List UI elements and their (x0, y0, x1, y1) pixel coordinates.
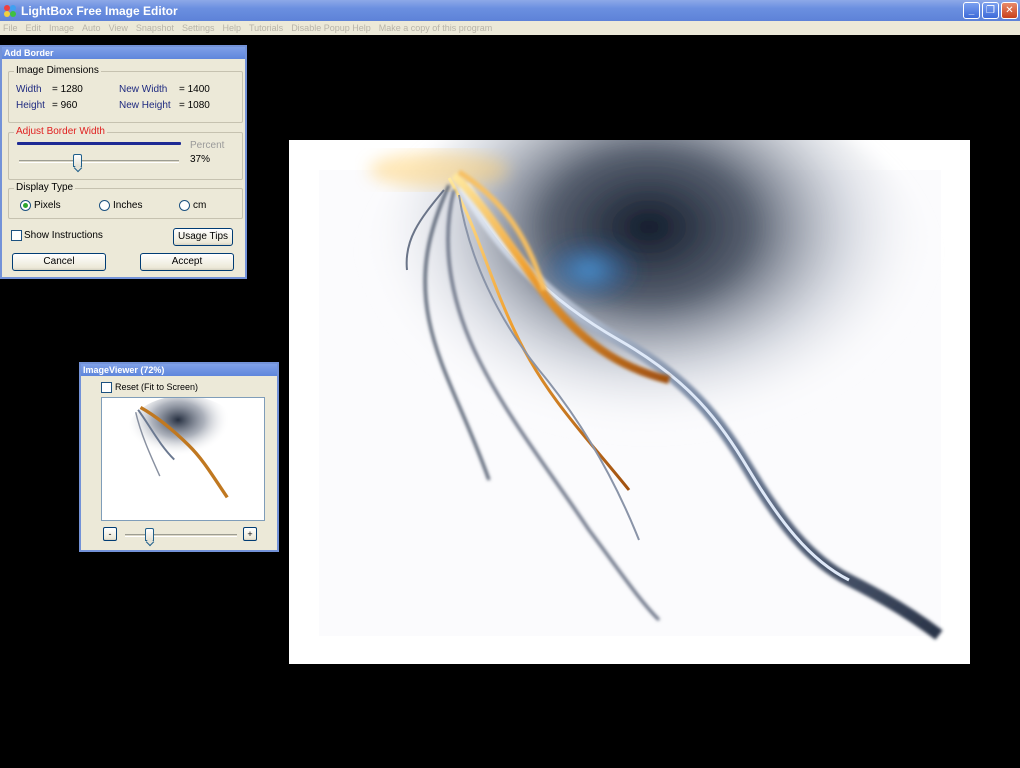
menu-bar: File Edit Image Auto View Snapshot Setti… (0, 21, 1020, 35)
border-width-group: Adjust Border Width Percent 37% (8, 126, 243, 180)
zoom-slider-track[interactable] (125, 534, 237, 537)
image-viewer-dialog: ImageViewer (72%) Reset (Fit to Screen) … (79, 362, 279, 552)
width-value: = 1280 (52, 84, 83, 95)
image-viewer-title: ImageViewer (72%) (81, 364, 277, 376)
reset-fit-checkbox[interactable] (101, 382, 112, 393)
cm-label: cm (193, 200, 207, 211)
menu-make-copy[interactable]: Make a copy of this program (379, 23, 493, 33)
inches-radio[interactable] (99, 200, 110, 211)
cancel-button[interactable]: Cancel (12, 253, 106, 271)
image-dimensions-group: Image Dimensions Width = 1280 Height = 9… (8, 65, 243, 123)
border-width-slider-thumb[interactable] (73, 154, 83, 167)
fractal-artwork-image (319, 140, 943, 640)
pixels-label: Pixels (34, 200, 61, 211)
show-instructions-checkbox[interactable] (11, 230, 22, 241)
restore-button[interactable]: ❐ (982, 2, 999, 19)
menu-edit[interactable]: Edit (26, 23, 42, 33)
new-height-label: New Height (119, 100, 171, 111)
height-value: = 960 (52, 100, 78, 111)
percent-value: 37% (190, 154, 211, 165)
menu-tutorials[interactable]: Tutorials (249, 23, 283, 33)
app-title: LightBox Free Image Editor (21, 3, 178, 18)
thumbnail-preview (101, 397, 265, 521)
display-type-group: Display Type Pixels Inches cm (8, 182, 243, 219)
app-logo-icon (3, 4, 17, 18)
add-border-dialog: Add Border Image Dimensions Width = 1280… (0, 45, 247, 279)
inches-label: Inches (113, 200, 143, 211)
menu-help[interactable]: Help (222, 23, 241, 33)
menu-image[interactable]: Image (49, 23, 74, 33)
height-label: Height (16, 100, 45, 111)
zoom-out-button[interactable]: - (103, 527, 117, 541)
zoom-slider-thumb[interactable] (144, 528, 154, 541)
cm-radio[interactable] (179, 200, 190, 211)
pixels-radio[interactable] (20, 200, 31, 211)
image-dimensions-legend: Image Dimensions (14, 65, 101, 76)
add-border-title: Add Border (2, 47, 245, 59)
menu-settings[interactable]: Settings (182, 23, 215, 33)
border-width-legend: Adjust Border Width (14, 126, 107, 137)
new-width-value: = 1400 (179, 84, 210, 95)
reset-fit-label: Reset (Fit to Screen) (115, 382, 199, 392)
menu-snapshot[interactable]: Snapshot (136, 23, 174, 33)
new-width-label: New Width (119, 84, 168, 95)
accept-button[interactable]: Accept (140, 253, 234, 271)
usage-tips-button[interactable]: Usage Tips (173, 228, 233, 246)
width-label: Width (16, 84, 42, 95)
percent-label: Percent (190, 140, 225, 151)
thumbnail-artwork-image (126, 398, 242, 499)
minimize-button[interactable]: _ (963, 2, 980, 19)
border-width-slider-track[interactable] (19, 160, 179, 163)
zoom-in-button[interactable]: + (243, 527, 257, 541)
new-height-value: = 1080 (179, 100, 210, 111)
border-width-progress-bar (17, 142, 181, 145)
main-image-canvas[interactable] (289, 140, 970, 664)
menu-file[interactable]: File (3, 23, 18, 33)
close-button[interactable]: ✕ (1001, 2, 1018, 19)
display-type-legend: Display Type (14, 182, 76, 193)
menu-view[interactable]: View (109, 23, 128, 33)
menu-disable-popup-help[interactable]: Disable Popup Help (291, 23, 371, 33)
menu-auto[interactable]: Auto (82, 23, 101, 33)
show-instructions-label: Show Instructions (24, 230, 103, 241)
app-title-bar: LightBox Free Image Editor _ ❐ ✕ (0, 0, 1020, 21)
